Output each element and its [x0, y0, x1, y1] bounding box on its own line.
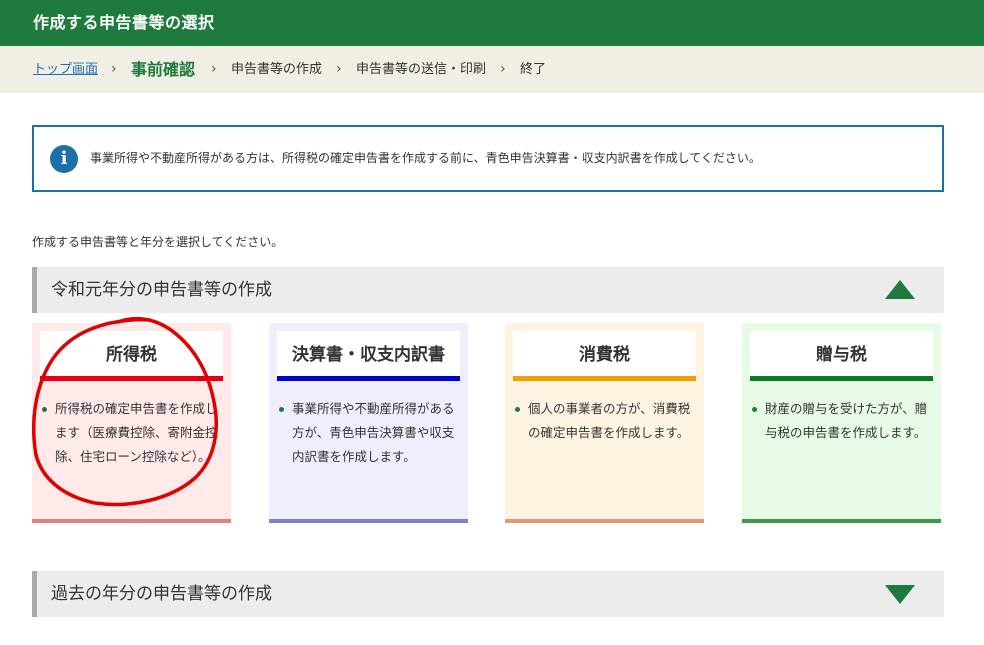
section-title: 令和元年分の申告書等の作成 [51, 280, 272, 300]
card-description: 財産の贈与を受けた方が、贈与税の申告書を作成します。 [752, 397, 934, 445]
chevron-right-icon: › [211, 61, 217, 77]
info-notice-text: 事業所得や不動産所得がある方は、所得税の確定申告書を作成する前に、青色申告決算書… [90, 151, 761, 165]
chevron-right-icon: › [111, 61, 117, 77]
breadcrumb-top-link[interactable]: トップ画面 [33, 46, 98, 93]
breadcrumb-step-end: 終了 [520, 62, 547, 77]
bullet-icon [42, 407, 47, 412]
card-footer-bar [742, 519, 941, 523]
card-description: 個人の事業者の方が、消費税の確定申告書を作成します。 [515, 397, 697, 445]
card-footer-bar [32, 519, 231, 523]
bullet-icon [279, 407, 284, 412]
section-title: 過去の年分の申告書等の作成 [51, 584, 272, 604]
info-notice: i 事業所得や不動産所得がある方は、所得税の確定申告書を作成する前に、青色申告決… [32, 125, 944, 192]
card-gift-tax[interactable]: 贈与税 財産の贈与を受けた方が、贈与税の申告書を作成します。 [742, 323, 941, 523]
instruction-text: 作成する申告書等と年分を選択してください。 [32, 235, 284, 249]
collapse-arrow-up-icon[interactable] [885, 280, 915, 299]
bullet-icon [515, 407, 520, 412]
breadcrumb-step-create: 申告書等の作成 [231, 62, 323, 77]
card-footer-bar [269, 519, 468, 523]
card-footer-bar [505, 519, 704, 523]
card-title: 決算書・収支内訳書 [277, 331, 460, 381]
info-icon: i [50, 145, 78, 173]
bullet-icon [752, 407, 757, 412]
breadcrumb-step-send-print: 申告書等の送信・印刷 [356, 62, 487, 77]
card-title: 所得税 [40, 331, 223, 381]
card-consumption-tax[interactable]: 消費税 個人の事業者の方が、消費税の確定申告書を作成します。 [505, 323, 704, 523]
card-financial-statement[interactable]: 決算書・収支内訳書 事業所得や不動産所得がある方が、青色申告決算書や収支内訳書を… [269, 323, 468, 523]
card-title: 消費税 [513, 331, 696, 381]
expand-arrow-down-icon[interactable] [885, 585, 915, 604]
breadcrumb-current-step: 事前確認 [131, 60, 196, 79]
current-year-section-header[interactable]: 令和元年分の申告書等の作成 [32, 267, 944, 313]
chevron-right-icon: › [336, 61, 342, 77]
past-years-section-header[interactable]: 過去の年分の申告書等の作成 [32, 571, 944, 617]
page-title: 作成する申告書等の選択 [33, 13, 215, 32]
page-header: 作成する申告書等の選択 [0, 0, 984, 46]
breadcrumb: トップ画面 › 事前確認 › 申告書等の作成 › 申告書等の送信・印刷 › 終了 [0, 46, 984, 93]
card-income-tax[interactable]: 所得税 所得税の確定申告書を作成します（医療費控除、寄附金控除、住宅ローン控除な… [32, 323, 231, 523]
card-title: 贈与税 [750, 331, 933, 381]
card-description: 事業所得や不動産所得がある方が、青色申告決算書や収支内訳書を作成します。 [279, 397, 461, 469]
card-description: 所得税の確定申告書を作成します（医療費控除、寄附金控除、住宅ローン控除など）。 [42, 397, 224, 469]
chevron-right-icon: › [500, 61, 506, 77]
